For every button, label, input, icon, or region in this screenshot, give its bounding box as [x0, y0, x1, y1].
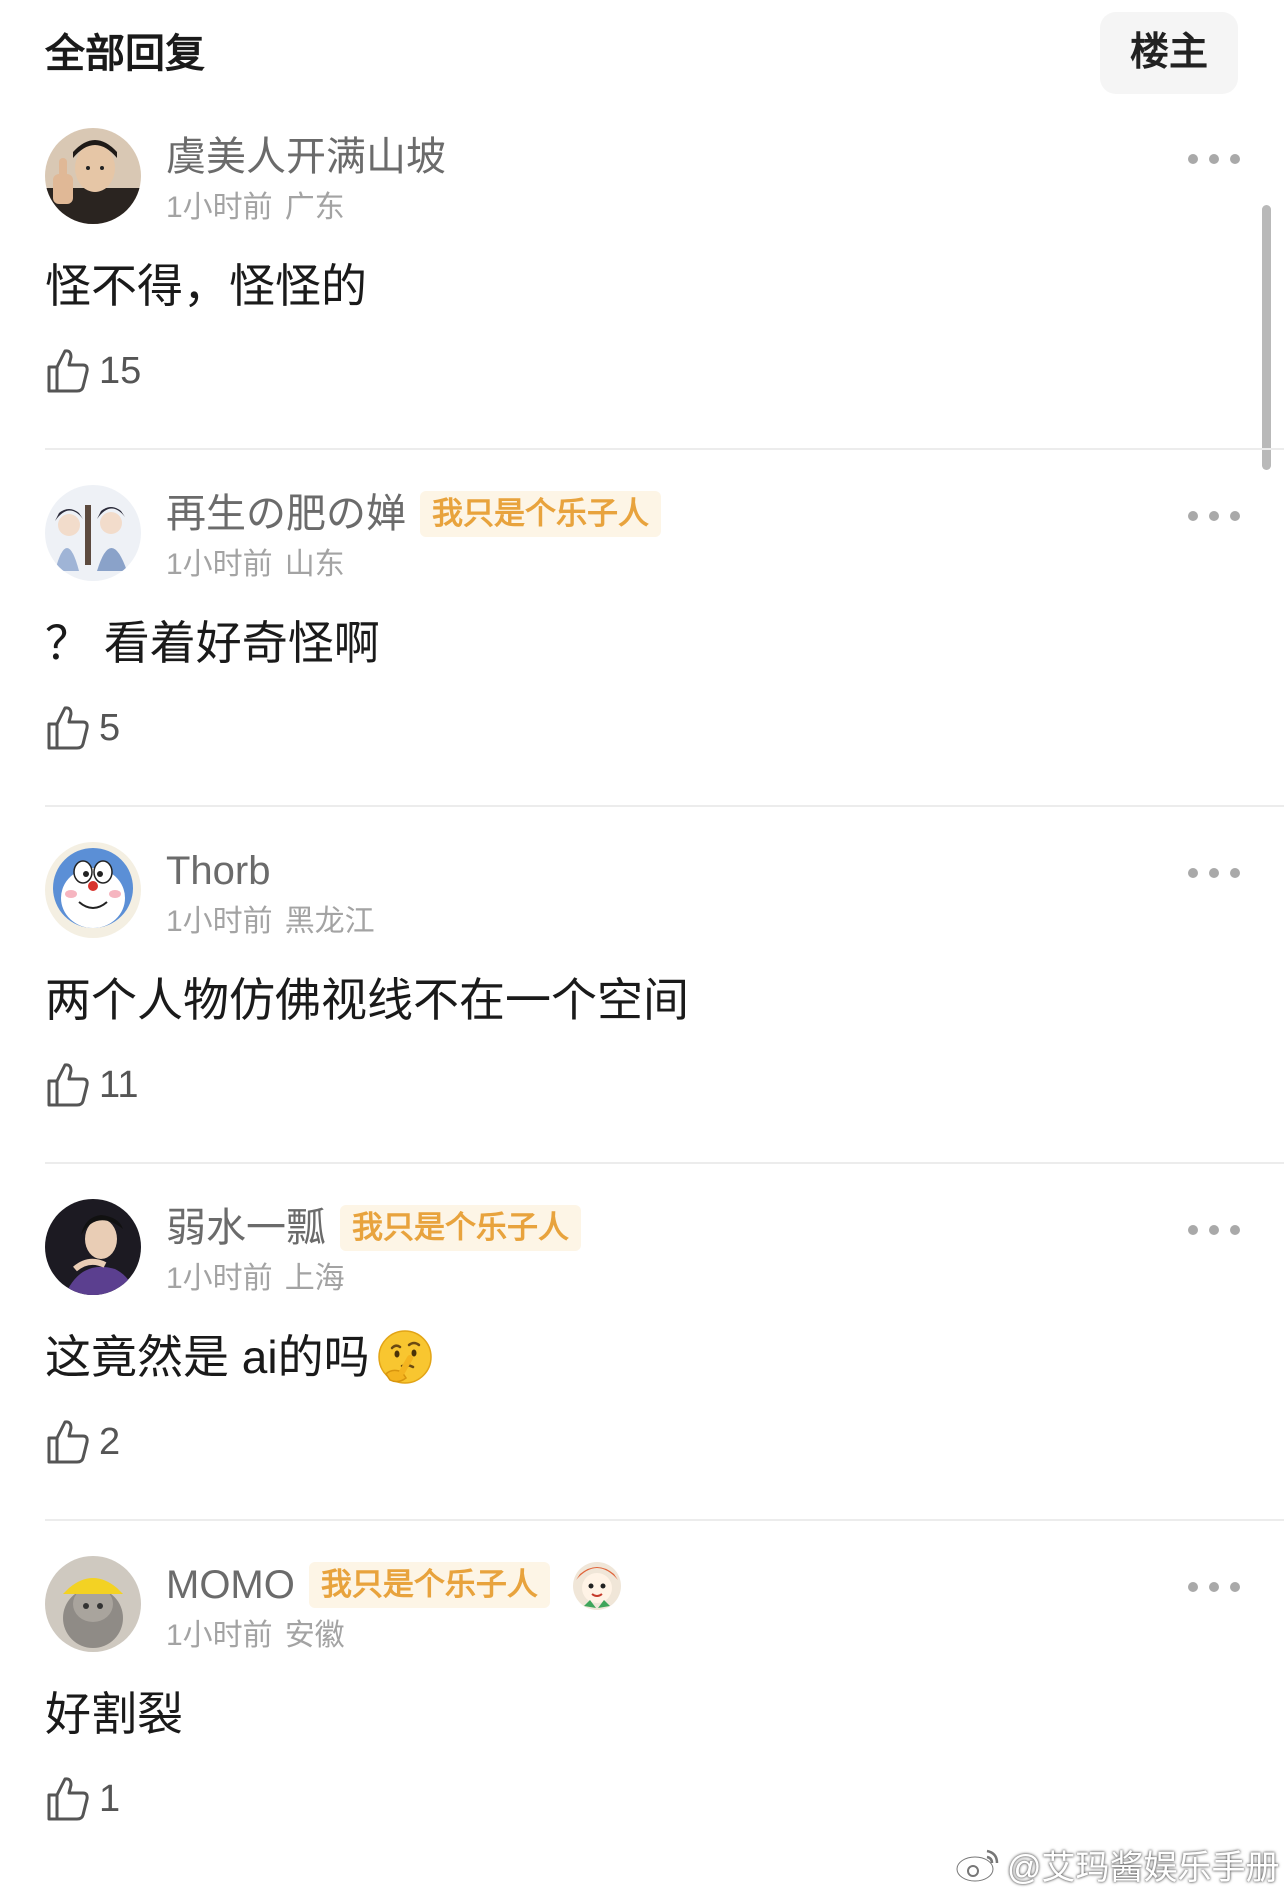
fan-mascot-icon — [572, 1562, 621, 1610]
like-count: 1 — [99, 1778, 121, 1820]
comment-location: 上海 — [284, 1262, 345, 1295]
avatar[interactable] — [45, 128, 141, 224]
avatar[interactable] — [45, 842, 141, 938]
like-count: 5 — [99, 707, 121, 749]
more-dots-icon — [1188, 511, 1198, 521]
thumbs-up-outline-icon — [47, 1063, 89, 1107]
comment-location: 广东 — [284, 191, 345, 224]
watermark: @艾玛酱娱乐手册 — [955, 1838, 1280, 1890]
comment-time: 1小时前 — [166, 1619, 273, 1652]
comment-item: 再生の肥の婵 我只是个乐子人 1小时前 山东 ？ 看着好奇怪啊 5 — [0, 485, 1284, 842]
name-row: MOMO 我只是个乐子人 — [166, 1558, 626, 1612]
like-button[interactable]: 5 — [45, 700, 120, 756]
more-options-button[interactable] — [1188, 505, 1240, 527]
more-dots-icon — [1188, 868, 1198, 878]
fan-badge: 我只是个乐子人 — [340, 1205, 581, 1251]
username[interactable]: 虞美人开满山坡 — [166, 130, 446, 184]
weibo-logo-icon — [955, 1849, 999, 1883]
avatar[interactable] — [45, 1556, 141, 1652]
comment-text: 两个人物仿佛视线不在一个空间 — [45, 970, 689, 1030]
comment-text-value: 两个人物仿佛视线不在一个空间 — [45, 974, 689, 1026]
thumbs-up-outline-icon — [47, 1420, 89, 1464]
comment-time: 1小时前 — [166, 1262, 273, 1295]
username[interactable]: 再生の肥の婵 — [166, 487, 406, 541]
comment-text-value: 怪不得，怪怪的 — [45, 260, 367, 312]
username[interactable]: MOMO — [166, 1558, 295, 1612]
comment-location: 黑龙江 — [284, 905, 375, 938]
like-count: 2 — [99, 1421, 121, 1463]
like-count: 11 — [99, 1064, 139, 1106]
comment-item: 弱水一瓢 我只是个乐子人 1小时前 上海 这竟然是 ai的吗 2 — [0, 1199, 1284, 1556]
comment-meta: 1小时前 上海 — [166, 1259, 345, 1299]
avatar[interactable] — [45, 1199, 141, 1295]
comment-text: 好割裂 — [45, 1684, 183, 1744]
like-button[interactable]: 1 — [45, 1771, 120, 1827]
fan-badge: 我只是个乐子人 — [308, 1562, 550, 1608]
divider — [45, 805, 1284, 807]
like-button[interactable]: 11 — [45, 1057, 138, 1113]
page-title: 全部回复 — [45, 32, 205, 76]
comment-time: 1小时前 — [166, 191, 273, 224]
thinking-face-icon — [377, 1330, 432, 1384]
comment-meta: 1小时前 广东 — [166, 188, 345, 228]
comments-page: 全部回复 楼主 虞美人开满山坡 1小时前 广东 怪不得，怪怪的 15 再生の肥の… — [0, 0, 1284, 1895]
comment-location: 安徽 — [284, 1619, 345, 1652]
comment-meta: 1小时前 黑龙江 — [166, 902, 375, 942]
more-options-button[interactable] — [1188, 1219, 1240, 1241]
comment-text: 这竟然是 ai的吗 — [45, 1327, 434, 1387]
comment-text-value: 好割裂 — [45, 1688, 183, 1740]
name-row: Thorb — [166, 844, 271, 898]
divider — [45, 448, 1284, 450]
comment-text: 怪不得，怪怪的 — [45, 256, 367, 316]
comment-text-value: 这竟然是 ai的吗 — [45, 1331, 370, 1383]
like-button[interactable]: 15 — [45, 343, 141, 399]
like-count: 15 — [99, 350, 142, 392]
header: 全部回复 楼主 — [0, 0, 1284, 110]
comment-item: 虞美人开满山坡 1小时前 广东 怪不得，怪怪的 15 — [0, 128, 1284, 485]
like-button[interactable]: 2 — [45, 1414, 120, 1470]
more-dots-icon — [1188, 154, 1198, 164]
thumbs-up-outline-icon — [47, 1777, 89, 1821]
watermark-text: @艾玛酱娱乐手册 — [1007, 1848, 1280, 1887]
op-only-filter-button[interactable]: 楼主 — [1100, 12, 1238, 94]
username[interactable]: Thorb — [166, 844, 271, 898]
fan-badge: 我只是个乐子人 — [420, 491, 661, 537]
comment-item: Thorb 1小时前 黑龙江 两个人物仿佛视线不在一个空间 11 — [0, 842, 1284, 1199]
comment-location: 山东 — [284, 548, 345, 581]
username[interactable]: 弱水一瓢 — [166, 1201, 326, 1255]
more-options-button[interactable] — [1188, 148, 1240, 170]
thumbs-up-outline-icon — [47, 349, 89, 393]
thumbs-up-outline-icon — [47, 706, 89, 750]
name-row: 再生の肥の婵 我只是个乐子人 — [166, 487, 661, 541]
comment-text-value: ？ 看着好奇怪啊 — [45, 617, 380, 669]
comment-meta: 1小时前 安徽 — [166, 1616, 345, 1656]
avatar[interactable] — [45, 485, 141, 581]
comment-text: ？ 看着好奇怪啊 — [45, 613, 380, 673]
more-options-button[interactable] — [1188, 862, 1240, 884]
comment-meta: 1小时前 山东 — [166, 545, 345, 585]
more-options-button[interactable] — [1188, 1576, 1240, 1598]
more-dots-icon — [1188, 1582, 1198, 1592]
name-row: 虞美人开满山坡 — [166, 130, 446, 184]
divider — [45, 1162, 1284, 1164]
comment-time: 1小时前 — [166, 548, 273, 581]
divider — [45, 1519, 1284, 1521]
name-row: 弱水一瓢 我只是个乐子人 — [166, 1201, 581, 1255]
comment-time: 1小时前 — [166, 905, 273, 938]
more-dots-icon — [1188, 1225, 1198, 1235]
